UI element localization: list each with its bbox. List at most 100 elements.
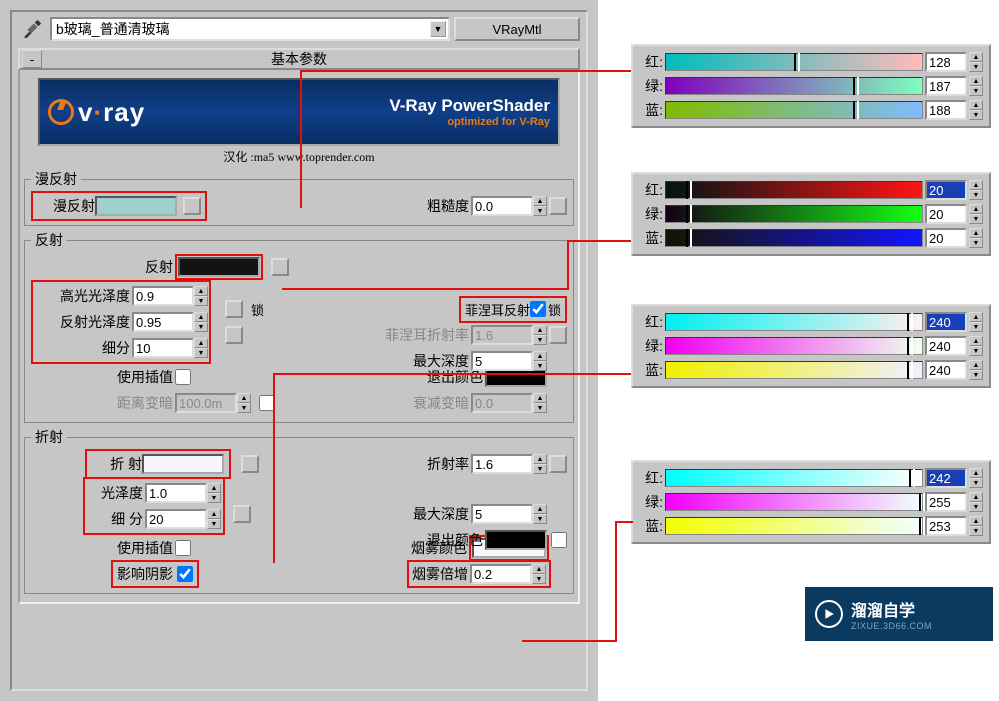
rgb-gradient-g[interactable] xyxy=(665,77,923,95)
rgb-spinner[interactable]: ▲▼ xyxy=(969,52,983,72)
hgloss-map-slot[interactable] xyxy=(225,300,243,318)
rgb-value-input[interactable] xyxy=(925,52,967,72)
rgb-spinner[interactable]: ▲▼ xyxy=(969,228,983,248)
refr-maxdepth-input[interactable] xyxy=(471,504,533,524)
ior-input[interactable] xyxy=(471,454,533,474)
useinterp-checkbox[interactable] xyxy=(175,369,191,385)
rgb-value-input[interactable] xyxy=(925,204,967,224)
rgb-spinner[interactable]: ▲▼ xyxy=(969,360,983,380)
roughness-input[interactable] xyxy=(471,196,533,216)
rgb-gradient-r[interactable] xyxy=(665,469,923,487)
play-icon xyxy=(815,600,843,628)
rgb-gradient-b[interactable] xyxy=(665,361,923,379)
rgb-gradient-g[interactable] xyxy=(665,337,923,355)
rgb-label: 绿: xyxy=(639,76,663,96)
rgb-value-input[interactable] xyxy=(925,180,967,200)
ior-map-slot[interactable] xyxy=(549,455,567,473)
diffuse-map-slot[interactable] xyxy=(183,197,201,215)
material-name-dropdown[interactable]: ▼ xyxy=(50,17,450,41)
fresnel-ior-input xyxy=(471,325,533,345)
refract-map-slot[interactable] xyxy=(241,455,259,473)
reflect-subdiv-input[interactable] xyxy=(132,338,194,358)
spinner-down-icon[interactable]: ▼ xyxy=(533,206,547,216)
refr-exitcolor-checkbox[interactable] xyxy=(551,532,567,548)
refract-subdiv-spinner[interactable]: ▲▼ xyxy=(145,509,221,529)
maxdepth-spinner[interactable]: ▲▼ xyxy=(471,351,547,371)
material-type-button[interactable]: VRayMtl xyxy=(454,17,580,41)
rgb-spinner[interactable]: ▲▼ xyxy=(969,516,983,536)
roughness-map-slot[interactable] xyxy=(549,197,567,215)
collapse-button[interactable]: - xyxy=(22,50,42,68)
maxdepth-input[interactable] xyxy=(471,351,533,371)
reflect-swatch[interactable] xyxy=(178,257,260,277)
rgb-gradient-r[interactable] xyxy=(665,53,923,71)
refr-maxdepth-label: 最大深度 xyxy=(413,504,469,524)
rgb-gradient-g[interactable] xyxy=(665,205,923,223)
rgb-panel-3: 红:▲▼绿:▲▼蓝:▲▼ xyxy=(631,304,991,388)
ior-spinner[interactable]: ▲▼ xyxy=(471,454,547,474)
fresnel-checkbox[interactable] xyxy=(530,301,546,317)
rgb-gradient-b[interactable] xyxy=(665,229,923,247)
dimfalloff-input xyxy=(471,393,533,413)
basic-params-header[interactable]: - 基本参数 xyxy=(18,48,580,70)
fresnel-ior-spinner[interactable]: ▲▼ xyxy=(471,325,547,345)
refract-gloss-input[interactable] xyxy=(145,483,207,503)
connector-line xyxy=(273,507,275,563)
rgb-value-input[interactable] xyxy=(925,228,967,248)
fresnel-ior-slot[interactable] xyxy=(549,326,567,344)
rgb-gradient-r[interactable] xyxy=(665,181,923,199)
rgb-gradient-r[interactable] xyxy=(665,313,923,331)
diffuse-swatch[interactable] xyxy=(95,196,177,216)
rgb-spinner[interactable]: ▲▼ xyxy=(969,76,983,96)
rgb-value-input[interactable] xyxy=(925,336,967,356)
rgb-row-r: 红:▲▼ xyxy=(639,466,983,490)
rgb-spinner[interactable]: ▲▼ xyxy=(969,180,983,200)
spinner-up-icon[interactable]: ▲ xyxy=(533,196,547,206)
rgb-spinner[interactable]: ▲▼ xyxy=(969,336,983,356)
rgb-spinner[interactable]: ▲▼ xyxy=(969,468,983,488)
dimfalloff-spinner[interactable]: ▲▼ xyxy=(471,393,547,413)
rgb-value-input[interactable] xyxy=(925,468,967,488)
rgb-value-input[interactable] xyxy=(925,76,967,96)
refr-exitcolor-swatch[interactable] xyxy=(485,530,547,550)
dimdist-spinner[interactable]: ▲▼ xyxy=(175,393,251,413)
rgb-value-input[interactable] xyxy=(925,492,967,512)
reflect-map-slot[interactable] xyxy=(271,258,289,276)
rgb-value-input[interactable] xyxy=(925,516,967,536)
fogmult-input[interactable] xyxy=(470,564,532,584)
highlight-gloss-input[interactable] xyxy=(132,286,194,306)
rgb-spinner[interactable]: ▲▼ xyxy=(969,492,983,512)
rgb-value-input[interactable] xyxy=(925,312,967,332)
refract-label: 折 射 xyxy=(92,454,142,474)
material-name-input[interactable] xyxy=(56,21,430,37)
rgb-label: 蓝: xyxy=(639,360,663,380)
rgb-spinner[interactable]: ▲▼ xyxy=(969,312,983,332)
refr-maxdepth-spinner[interactable]: ▲▼ xyxy=(471,504,547,524)
roughness-spinner[interactable]: ▲▼ xyxy=(471,196,547,216)
refr-gloss-slot[interactable] xyxy=(233,505,251,523)
highlight-gloss-spinner[interactable]: ▲▼ xyxy=(132,286,208,306)
rgb-value-input[interactable] xyxy=(925,100,967,120)
rgb-gradient-b[interactable] xyxy=(665,101,923,119)
reflect-gloss-input[interactable] xyxy=(132,312,194,332)
reflect-gloss-spinner[interactable]: ▲▼ xyxy=(132,312,208,332)
reflect-subdiv-spinner[interactable]: ▲▼ xyxy=(132,338,208,358)
connector-line xyxy=(273,373,275,507)
toolbar: ▼ VRayMtl xyxy=(18,16,580,42)
rgb-panel-1: 红:▲▼绿:▲▼蓝:▲▼ xyxy=(631,44,991,128)
rgb-spinner[interactable]: ▲▼ xyxy=(969,204,983,224)
dropdown-arrow-icon[interactable]: ▼ xyxy=(430,21,446,37)
refract-swatch[interactable] xyxy=(142,454,224,474)
refract-subdiv-input[interactable] xyxy=(145,509,207,529)
refract-gloss-spinner[interactable]: ▲▼ xyxy=(145,483,221,503)
refr-useinterp-checkbox[interactable] xyxy=(175,540,191,556)
fogmult-spinner[interactable]: ▲▼ xyxy=(470,564,546,584)
rgloss-map-slot[interactable] xyxy=(225,326,243,344)
rgb-gradient-g[interactable] xyxy=(665,493,923,511)
rgb-gradient-b[interactable] xyxy=(665,517,923,535)
rgb-spinner[interactable]: ▲▼ xyxy=(969,100,983,120)
affectshadows-checkbox[interactable] xyxy=(177,566,193,582)
eyedropper-icon[interactable] xyxy=(18,17,46,41)
dimfalloff-label: 衰减变暗 xyxy=(413,393,469,413)
rgb-value-input[interactable] xyxy=(925,360,967,380)
